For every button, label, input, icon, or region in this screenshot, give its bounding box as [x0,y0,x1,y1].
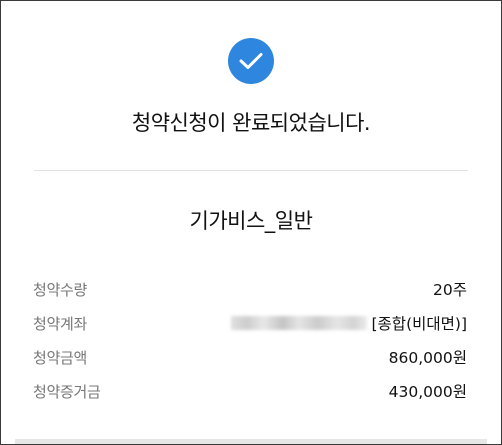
account-type: [종합(비대면)] [371,315,468,333]
amount-value: 860,000원 [388,349,467,367]
bottom-divider [15,439,487,444]
divider [34,170,468,171]
check-icon [228,38,274,84]
subscription-complete-panel: 청약신청이 완료되었습니다. 기가비스_일반 청약수량 20주 청약계좌 [종합… [0,0,502,445]
quantity-value: 20주 [433,281,467,299]
amount-label: 청약금액 [33,348,88,367]
completion-message: 청약신청이 완료되었습니다. [131,111,371,135]
deposit-value: 430,000원 [388,383,467,401]
product-name: 기가비스_일반 [189,209,313,233]
quantity-label: 청약수량 [33,280,88,299]
detail-row-quantity: 청약수량 20주 [33,272,467,306]
masked-account-number [230,316,367,330]
detail-row-deposit: 청약증거금 430,000원 [33,374,467,408]
account-label: 청약계좌 [33,314,88,333]
detail-list: 청약수량 20주 청약계좌 [종합(비대면)] 청약금액 860,000원 청약… [33,272,467,408]
detail-row-amount: 청약금액 860,000원 [33,340,467,374]
detail-row-account: 청약계좌 [종합(비대면)] [33,306,467,340]
deposit-label: 청약증거금 [33,382,101,401]
account-value-group: [종합(비대면)] [230,312,468,334]
